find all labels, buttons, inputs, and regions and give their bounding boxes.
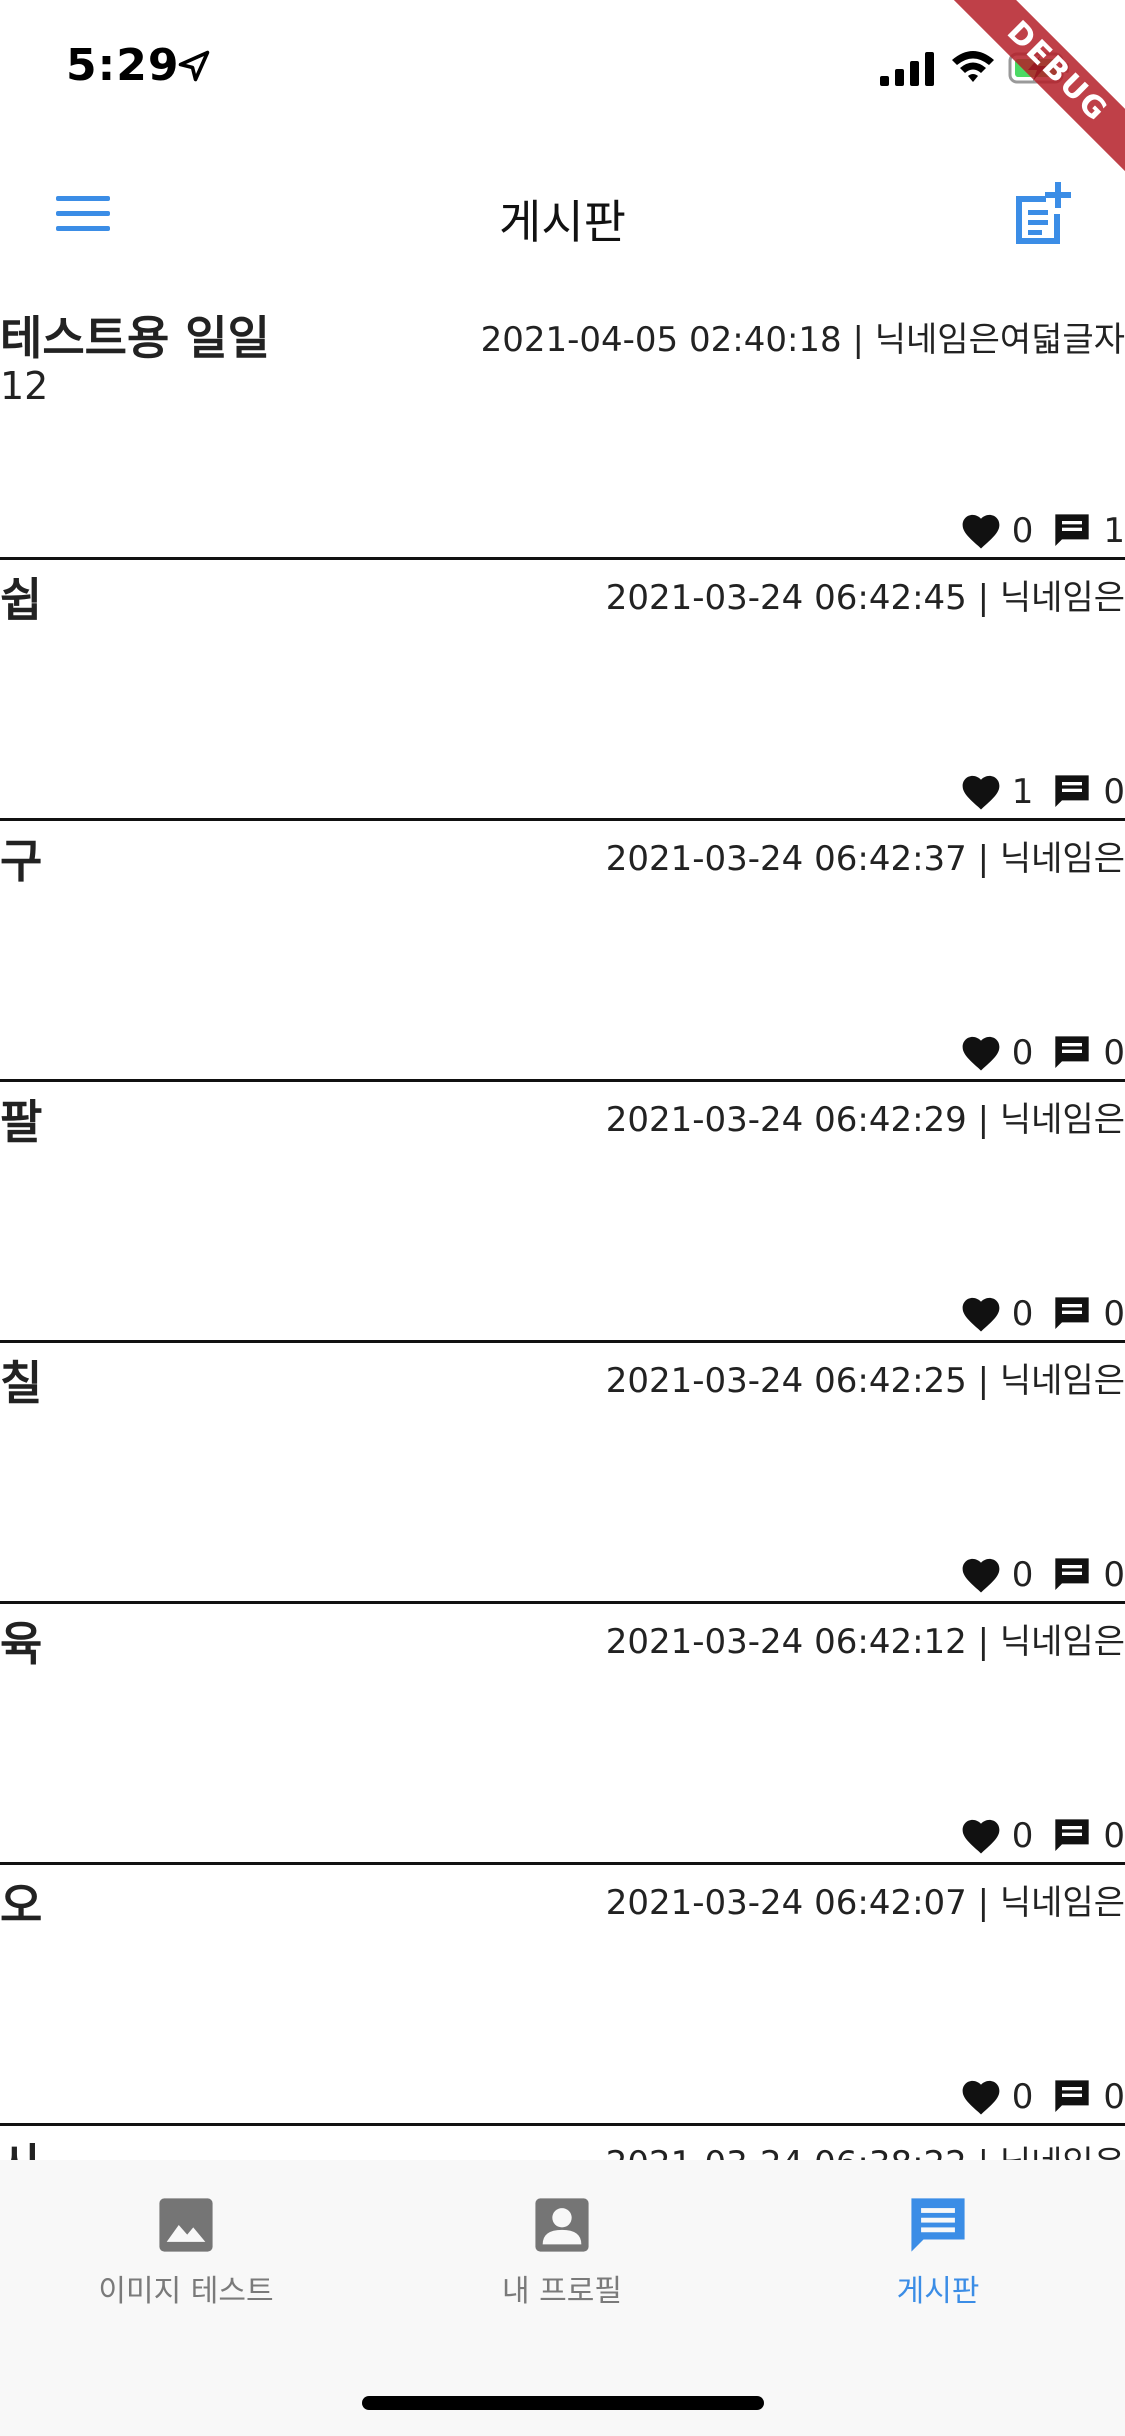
like-count: 0 [1011,2077,1034,2117]
heart-icon [962,1297,1000,1332]
heart-icon [962,775,1000,810]
comment-count: 0 [1103,1294,1125,1334]
like-count: 0 [1011,1294,1034,1334]
comment-icon [1055,1558,1090,1590]
post-title: 팔 [0,1095,43,1149]
post-title: 테스트용 일일 [0,311,270,365]
bottom-nav: 이미지 테스트 내 프로필 게시판 [0,2160,1125,2436]
like-count: 0 [1011,1816,1034,1856]
comment-icon [1055,1036,1090,1068]
status-bar: 5:29 [0,0,1125,140]
comment-icon [1055,514,1090,546]
comment-icon [1055,775,1090,807]
app-bar: 게시판 [0,140,1125,288]
comment-icon [1055,1297,1090,1329]
post-meta: 2021-03-24 06:42:37 | 닉네임은 [605,839,1125,879]
home-indicator[interactable] [362,2396,764,2410]
nav-label: 내 프로필 [502,2274,622,2309]
post-meta: 2021-03-24 06:42:07 | 닉네임은 [605,1883,1125,1923]
post-title: 구 [0,834,43,888]
comment-count: 0 [1103,1555,1125,1595]
post-title: 칠 [0,1356,43,1410]
nav-label: 게시판 [896,2274,980,2309]
post-title: 오 [0,1878,43,1932]
list-item[interactable]: 사 2021-03-24 06:38:22 | 닉네임은 [0,2126,1125,2160]
post-stats: 0 1 [960,511,1125,551]
add-post-icon[interactable] [1010,180,1072,246]
post-stats: 0 0 [960,2077,1125,2117]
post-title: 육 [0,1617,43,1671]
list-item[interactable]: 오 2021-03-24 06:42:07 | 닉네임은 0 0 [0,1865,1125,2126]
list-item[interactable]: 쉽 2021-03-24 06:42:45 | 닉네임은 1 0 [0,560,1125,821]
comment-count: 0 [1103,1816,1125,1856]
comment-count: 1 [1103,511,1125,551]
status-time: 5:29 [66,40,180,91]
comment-icon [1055,1819,1090,1851]
heart-icon [962,2080,1000,2115]
post-title: 쉽 [0,573,43,627]
profile-icon [535,2198,589,2252]
heart-icon [962,1036,1000,1071]
cellular-signal-icon [880,52,934,86]
post-meta: 2021-03-24 06:42:45 | 닉네임은 [605,578,1125,618]
list-item[interactable]: 육 2021-03-24 06:42:12 | 닉네임은 0 0 [0,1604,1125,1865]
wifi-icon [952,51,994,82]
post-meta: 2021-03-24 06:42:29 | 닉네임은 [605,1100,1125,1140]
comment-icon [1055,2080,1090,2112]
battery-charging-icon [1008,52,1069,84]
nav-item-my-profile[interactable]: 내 프로필 [412,2196,712,2310]
nav-item-board[interactable]: 게시판 [788,2196,1088,2310]
list-item[interactable]: 구 2021-03-24 06:42:37 | 닉네임은 0 0 [0,821,1125,1082]
post-meta: 2021-03-24 06:42:12 | 닉네임은 [605,1622,1125,1662]
heart-icon [962,1558,1000,1593]
list-item[interactable]: 테스트용 일일 12 2021-04-05 02:40:18 | 닉네임은여덟글… [0,288,1125,560]
like-count: 0 [1011,511,1034,551]
post-title: 사 [0,2130,42,2160]
post-stats: 0 0 [960,1555,1125,1595]
post-stats: 0 0 [960,1816,1125,1856]
heart-icon [962,1819,1000,1854]
page-title: 게시판 [499,195,626,249]
post-meta: 2021-03-24 06:42:25 | 닉네임은 [605,1361,1125,1401]
nav-label: 이미지 테스트 [98,2274,274,2309]
comment-count: 0 [1103,2077,1125,2117]
post-stats: 0 0 [960,1294,1125,1334]
heart-icon [962,514,1000,549]
location-arrow-icon [178,50,210,82]
post-stats: 1 0 [960,772,1125,812]
like-count: 0 [1011,1555,1034,1595]
post-body: 12 [0,364,49,408]
post-meta: 2021-03-24 06:38:22 | 닉네임은 [606,2136,1125,2160]
comment-count: 0 [1103,1033,1125,1073]
list-item[interactable]: 팔 2021-03-24 06:42:29 | 닉네임은 0 0 [0,1082,1125,1343]
list-item[interactable]: 칠 2021-03-24 06:42:25 | 닉네임은 0 0 [0,1343,1125,1604]
chat-icon [911,2198,965,2252]
like-count: 1 [1011,772,1034,812]
image-icon [159,2198,213,2252]
post-list: 테스트용 일일 12 2021-04-05 02:40:18 | 닉네임은여덟글… [0,288,1125,2160]
nav-item-image-test[interactable]: 이미지 테스트 [36,2196,336,2310]
post-meta: 2021-04-05 02:40:18 | 닉네임은여덟글자 [480,320,1125,360]
comment-count: 0 [1103,772,1125,812]
like-count: 0 [1011,1033,1034,1073]
post-stats: 0 0 [960,1033,1125,1073]
